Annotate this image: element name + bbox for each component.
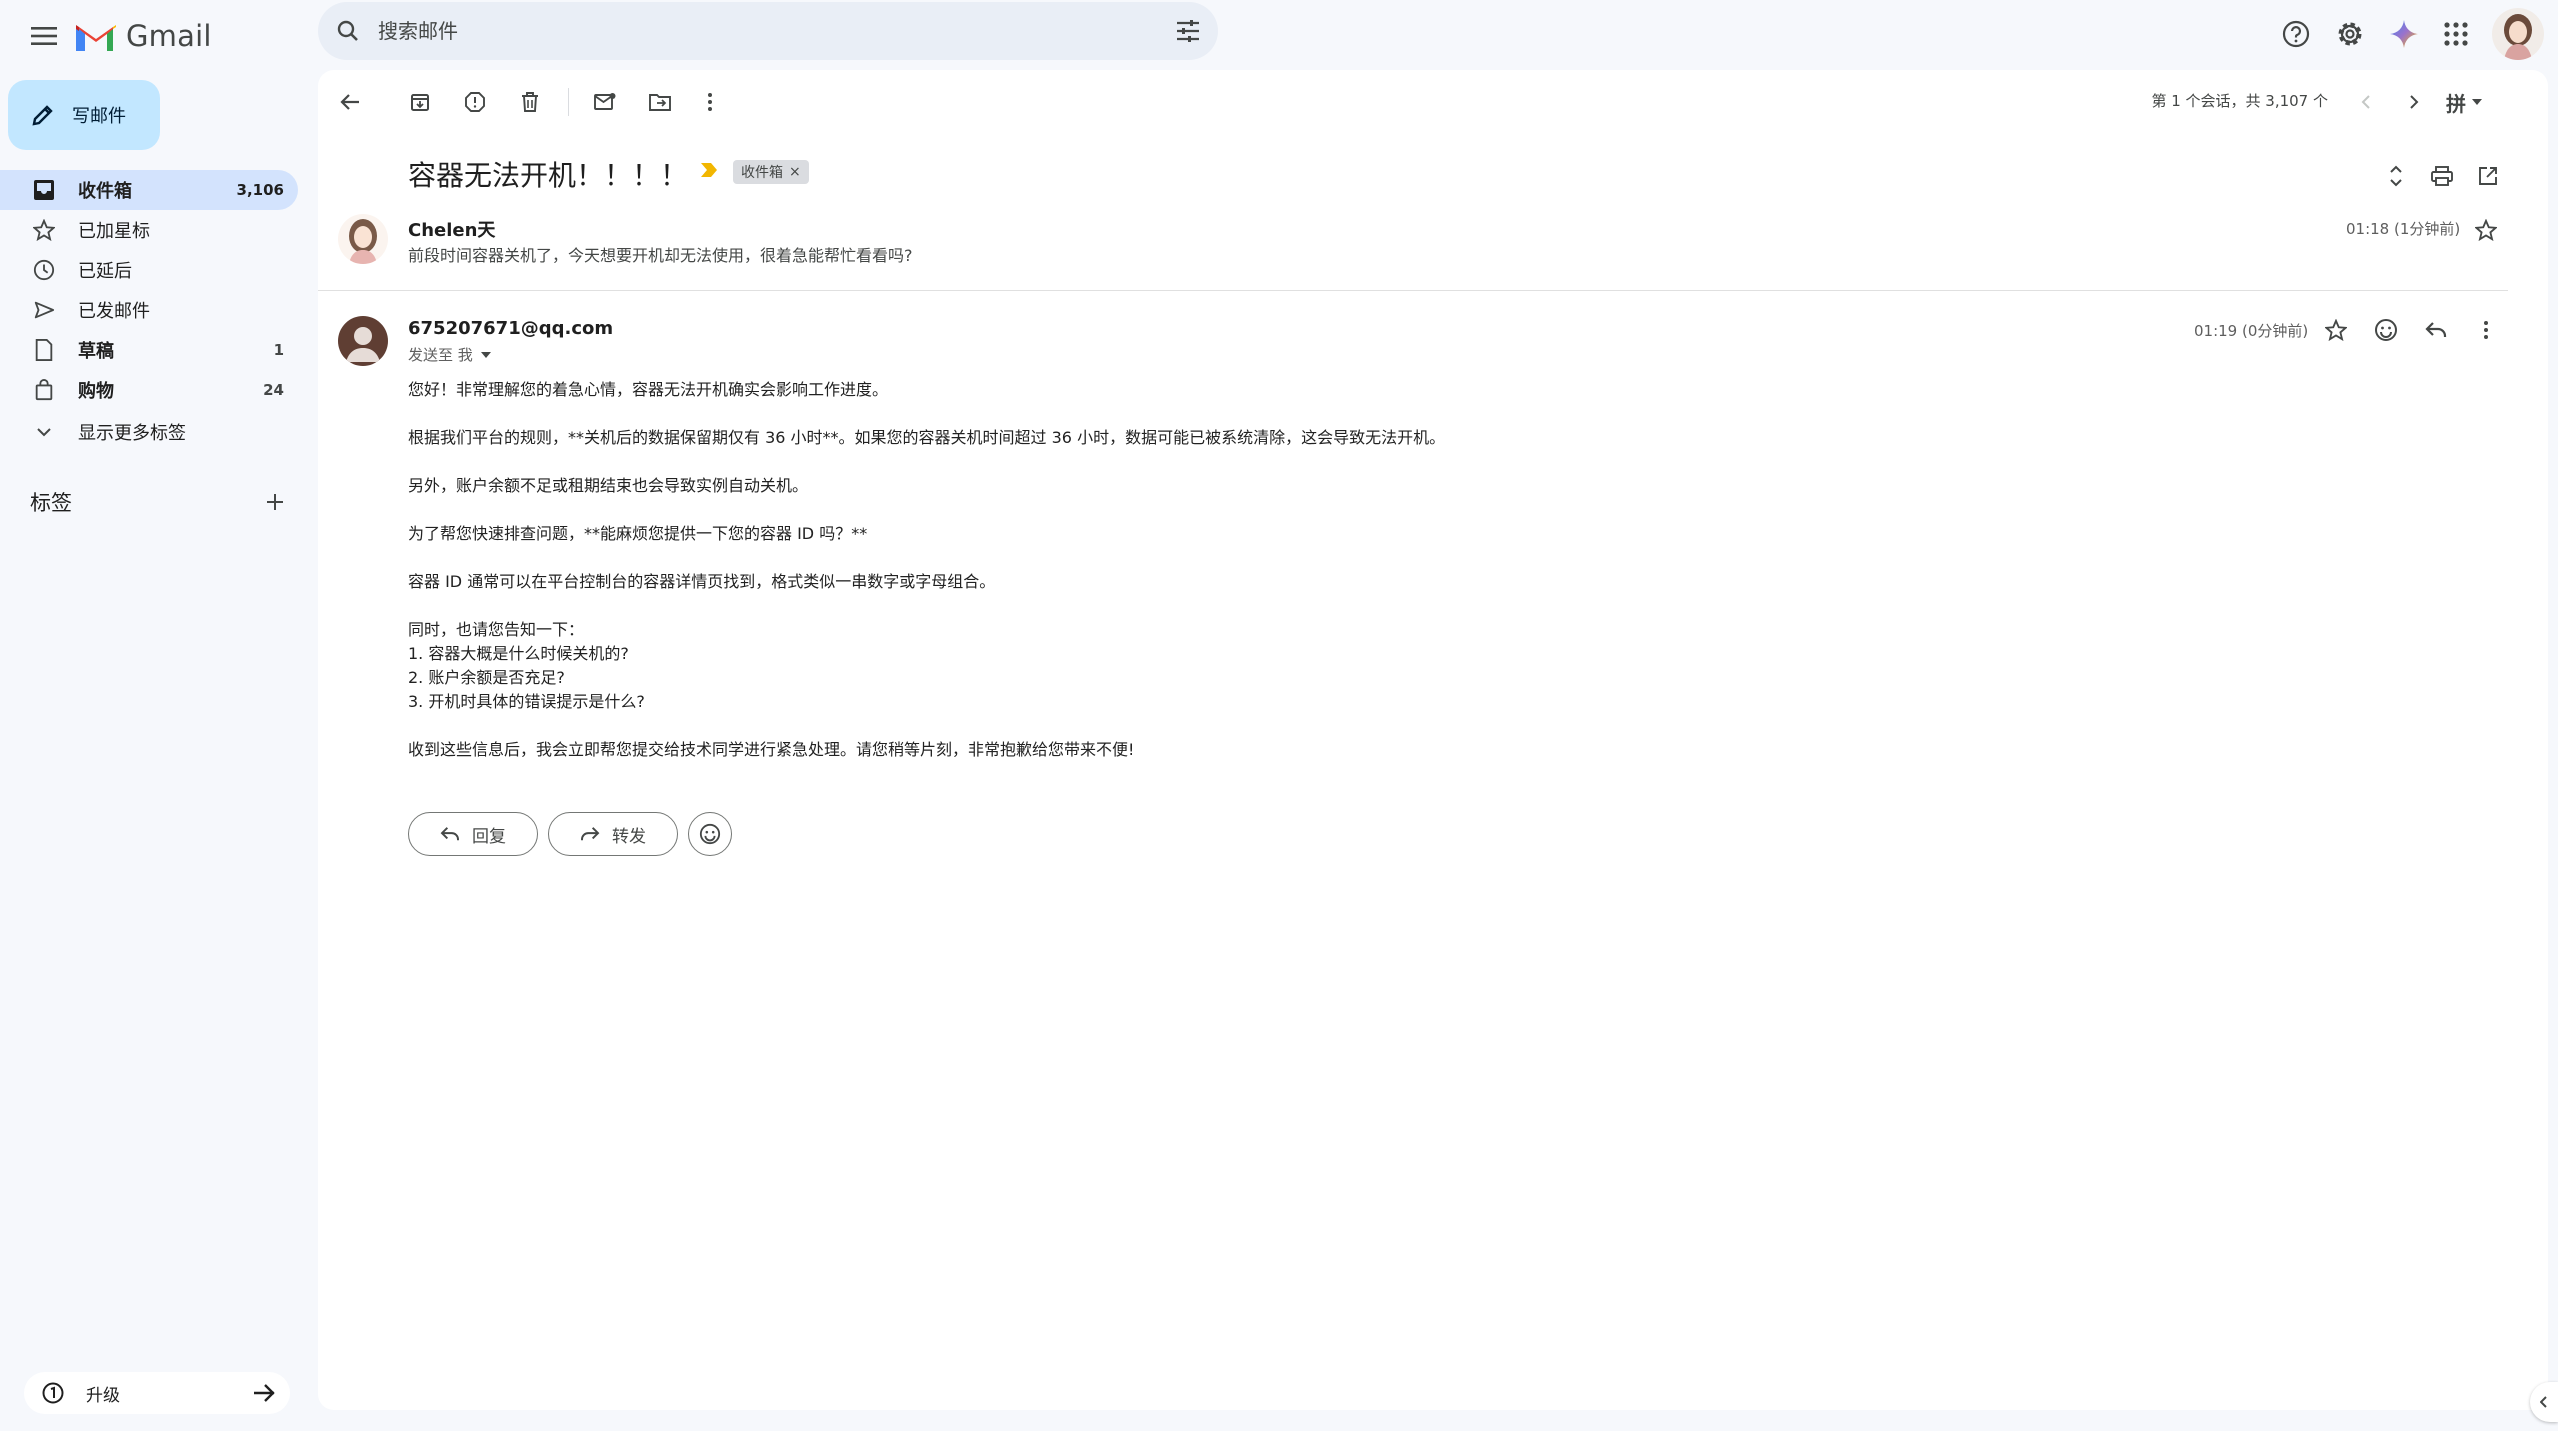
sender-avatar-chelen	[338, 214, 388, 264]
collapsed-message-snippet[interactable]: 前段时间容器关机了，今天想要开机却无法使用，很着急能帮忙看看吗?	[408, 242, 913, 266]
body-paragraph: 容器 ID 通常可以在平台控制台的容器详情页找到，格式类似一串数字或字母组合。	[408, 572, 996, 591]
more-options-vertical-icon[interactable]	[690, 82, 730, 122]
star-toggle-icon[interactable]	[2466, 210, 2506, 250]
forward-arrow-icon	[581, 827, 600, 841]
compose-label: 写邮件	[72, 106, 126, 127]
drafts-count: 1	[273, 341, 284, 359]
expand-all-icon[interactable]	[2376, 156, 2416, 196]
settings-gear-icon[interactable]	[2326, 10, 2374, 58]
pencil-icon	[32, 105, 53, 126]
remove-label-icon[interactable]: ×	[789, 164, 801, 180]
recipient-details-toggle[interactable]: 发送至 我	[408, 344, 491, 365]
compose-button[interactable]: 写邮件	[8, 80, 160, 150]
labels-section-header: 标签	[30, 484, 290, 520]
caret-down-icon	[480, 351, 491, 358]
inbox-count: 3,106	[236, 181, 284, 199]
body-list-item: 3. 开机时具体的错误提示是什么?	[408, 692, 645, 711]
account-avatar[interactable]	[2492, 8, 2544, 60]
labels-heading: 标签	[30, 491, 72, 515]
conversation-pager-text: 第 1 个会话，共 3,107 个	[2151, 92, 2328, 110]
gemini-sparkle-icon[interactable]	[2380, 10, 2428, 58]
gmail-logo[interactable]: Gmail	[76, 14, 212, 58]
more-options-vertical-icon[interactable]	[2466, 310, 2506, 350]
toolbar-divider	[568, 88, 569, 116]
sidebar-item-drafts[interactable]: 草稿 1	[0, 330, 298, 370]
reply-button[interactable]: 回复	[408, 812, 538, 856]
shopping-bag-icon	[32, 378, 56, 402]
move-to-folder-icon[interactable]	[640, 82, 680, 122]
mark-unread-icon[interactable]	[585, 82, 625, 122]
message-body: 您好！非常理解您的着急心情，容器无法开机确实会影响工作进度。 根据我们平台的规则…	[408, 378, 2308, 762]
help-icon[interactable]	[2272, 10, 2320, 58]
print-icon[interactable]	[2422, 156, 2462, 196]
reply-arrow-icon[interactable]	[2416, 310, 2456, 350]
collapsed-message-time: 01:18 (1分钟前)	[2346, 220, 2461, 238]
inbox-icon	[32, 178, 56, 202]
pinyin-input-icon: 拼	[2446, 91, 2466, 116]
reply-arrow-icon	[440, 827, 459, 841]
newer-chevron-left-icon[interactable]	[2346, 82, 2386, 122]
upgrade-info-icon	[42, 1382, 64, 1404]
message-sender-email[interactable]: 675207671@qq.com	[408, 318, 613, 339]
body-paragraph: 同时，也请您告知一下：	[408, 620, 585, 639]
archive-icon[interactable]	[400, 82, 440, 122]
inbox-label-chip: 收件箱 ×	[733, 160, 809, 184]
input-tools-menu[interactable]: 拼	[2446, 82, 2494, 122]
back-arrow-icon[interactable]	[330, 82, 370, 122]
emoji-reaction-button[interactable]	[688, 812, 732, 856]
message-time: 01:19 (0分钟前)	[2194, 322, 2309, 340]
clock-icon	[32, 258, 56, 282]
draft-icon	[32, 338, 56, 362]
body-paragraph: 您好！非常理解您的着急心情，容器无法开机确实会影响工作进度。	[408, 380, 889, 399]
body-paragraph: 收到这些信息后，我会立即帮您提交给技术同学进行紧急处理。请您稍等片刻，非常抱歉给…	[408, 740, 1135, 759]
gmail-wordmark: Gmail	[126, 19, 212, 53]
upgrade-label: 升级	[86, 1385, 120, 1406]
body-paragraph: 另外，账户余额不足或租期结束也会导致实例自动关机。	[408, 476, 809, 495]
send-icon	[32, 298, 56, 322]
message-divider	[318, 290, 2508, 291]
search-icon[interactable]	[318, 2, 378, 60]
purchases-count: 24	[263, 381, 284, 399]
collapsed-sender-name[interactable]: Chelen天	[408, 216, 495, 242]
add-reaction-emoji-icon[interactable]	[2366, 310, 2406, 350]
emoji-icon	[699, 823, 721, 845]
recipient-line: 发送至 我	[408, 346, 473, 364]
show-side-panel-icon[interactable]	[2530, 1382, 2558, 1422]
gmail-m-icon	[76, 25, 116, 51]
report-spam-icon[interactable]	[455, 82, 495, 122]
search-options-icon[interactable]	[1158, 2, 1218, 60]
body-paragraph: 为了帮您快速排查问题，**能麻烦您提供一下您的容器 ID 吗？**	[408, 524, 868, 543]
sidebar-item-starred[interactable]: 已加星标	[0, 210, 298, 250]
main-menu-icon[interactable]	[24, 16, 64, 56]
caret-down-icon	[2472, 99, 2482, 105]
apps-grid-icon[interactable]	[2432, 10, 2480, 58]
arrow-right-icon	[252, 1383, 276, 1403]
search-input[interactable]	[378, 19, 1158, 43]
sidebar-show-more[interactable]: 显示更多标签	[0, 412, 298, 452]
email-subject: 容器无法开机！！！！	[408, 159, 689, 192]
star-icon	[32, 218, 56, 242]
sidebar-item-sent[interactable]: 已发邮件	[0, 290, 298, 330]
open-new-window-icon[interactable]	[2468, 156, 2508, 196]
sidebar-item-inbox[interactable]: 收件箱 3,106	[0, 170, 298, 210]
older-chevron-right-icon[interactable]	[2394, 82, 2434, 122]
chevron-down-icon	[32, 420, 56, 444]
add-label-icon[interactable]	[260, 487, 290, 517]
sender-avatar-default	[338, 316, 388, 366]
body-list-item: 1. 容器大概是什么时候关机的?	[408, 644, 629, 663]
sidebar-item-purchases[interactable]: 购物 24	[0, 370, 298, 410]
upgrade-button[interactable]: 升级	[24, 1372, 290, 1414]
sidebar-item-snoozed[interactable]: 已延后	[0, 250, 298, 290]
delete-trash-icon[interactable]	[510, 82, 550, 122]
star-toggle-icon[interactable]	[2316, 310, 2356, 350]
forward-button[interactable]: 转发	[548, 812, 678, 856]
search-bar[interactable]	[318, 2, 1218, 60]
body-list-item: 2. 账户余额是否充足?	[408, 668, 565, 687]
importance-marker-icon[interactable]	[700, 162, 718, 178]
body-paragraph: 根据我们平台的规则，**关机后的数据保留期仅有 36 小时**。如果您的容器关机…	[408, 428, 1446, 447]
